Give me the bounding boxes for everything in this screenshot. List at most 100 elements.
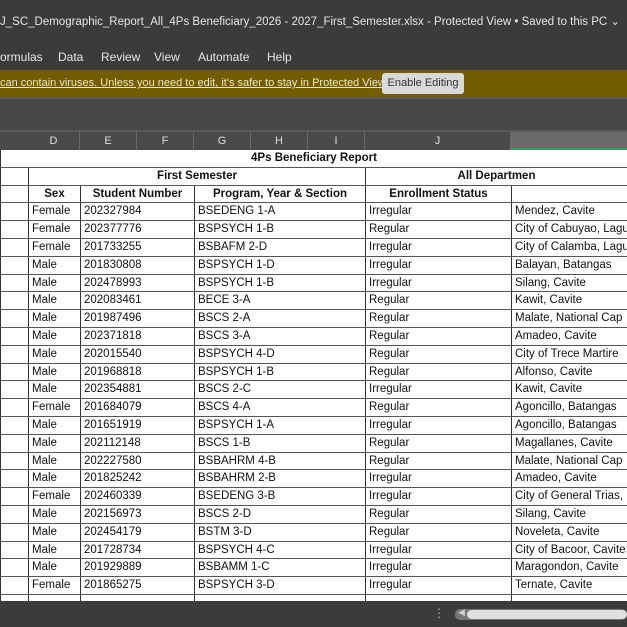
cell[interactable]: BSEDENG 3-B bbox=[194, 488, 365, 505]
column-header[interactable]: D bbox=[28, 132, 80, 150]
cell[interactable]: Alfonso, Cavite bbox=[511, 363, 627, 381]
column-title[interactable] bbox=[511, 185, 627, 203]
cell[interactable]: Female bbox=[28, 221, 80, 238]
cell[interactable]: Magallanes, Cavite bbox=[511, 434, 627, 452]
column-header[interactable] bbox=[511, 132, 627, 150]
cell[interactable]: Kawit, Cavite bbox=[511, 292, 627, 310]
cell[interactable] bbox=[0, 452, 28, 470]
cell[interactable]: Male bbox=[28, 559, 80, 577]
cell[interactable]: Regular bbox=[365, 506, 511, 523]
cell[interactable]: Balayan, Batangas bbox=[511, 256, 627, 274]
cell[interactable]: Malate, National Cap bbox=[511, 452, 627, 470]
cell[interactable]: City of Bacoor, Cavite bbox=[511, 541, 627, 559]
cell[interactable] bbox=[0, 363, 28, 381]
cell[interactable]: Regular bbox=[365, 523, 511, 541]
cell[interactable]: 202354881 bbox=[80, 381, 194, 399]
cell[interactable]: Male bbox=[28, 434, 80, 452]
cell[interactable]: Silang, Cavite bbox=[511, 506, 627, 523]
cell[interactable]: Regular bbox=[365, 221, 511, 238]
cell[interactable]: City of Calamba, Lagu bbox=[511, 239, 627, 256]
cell[interactable] bbox=[0, 256, 28, 274]
cell[interactable]: BSBAMM 1-C bbox=[194, 559, 365, 577]
tab-review[interactable]: Review bbox=[101, 50, 140, 64]
cell[interactable]: BSPSYCH 1-D bbox=[194, 256, 365, 274]
cell[interactable]: Regular bbox=[365, 434, 511, 452]
cell[interactable] bbox=[0, 203, 28, 221]
cell[interactable]: BSBAHRM 2-B bbox=[194, 470, 365, 488]
cell[interactable]: Mendez, Cavite bbox=[511, 203, 627, 221]
cell[interactable]: Irregular bbox=[365, 577, 511, 594]
cell[interactable]: Male bbox=[28, 470, 80, 488]
cell[interactable] bbox=[0, 577, 28, 594]
department-header[interactable]: All Departmen bbox=[365, 167, 627, 185]
cell[interactable]: 201968818 bbox=[80, 363, 194, 381]
cell[interactable] bbox=[0, 399, 28, 416]
cell[interactable]: Irregular bbox=[365, 559, 511, 577]
cell[interactable]: 202156973 bbox=[80, 506, 194, 523]
cell[interactable]: Regular bbox=[365, 399, 511, 416]
cell[interactable] bbox=[0, 381, 28, 399]
more-options-icon[interactable]: ⋮ bbox=[433, 606, 445, 620]
cell[interactable]: Male bbox=[28, 523, 80, 541]
cell[interactable]: Agoncillo, Batangas bbox=[511, 399, 627, 416]
cell[interactable] bbox=[0, 523, 28, 541]
cell[interactable]: Amadeo, Cavite bbox=[511, 328, 627, 345]
cell[interactable]: Regular bbox=[365, 345, 511, 363]
cell[interactable]: 202015540 bbox=[80, 345, 194, 363]
cell[interactable] bbox=[0, 185, 28, 203]
cell[interactable]: Agoncillo, Batangas bbox=[511, 417, 627, 434]
tab-formulas[interactable]: ormulas bbox=[0, 50, 43, 64]
cell[interactable]: Irregular bbox=[365, 470, 511, 488]
cell[interactable]: 201825242 bbox=[80, 470, 194, 488]
cell[interactable]: BSPSYCH 3-D bbox=[194, 577, 365, 594]
cell[interactable]: BSCS 1-B bbox=[194, 434, 365, 452]
cell[interactable]: Male bbox=[28, 506, 80, 523]
cell[interactable]: Irregular bbox=[365, 256, 511, 274]
cell[interactable]: Male bbox=[28, 541, 80, 559]
cell[interactable]: City of Trece Martire bbox=[511, 345, 627, 363]
cell[interactable]: Amadeo, Cavite bbox=[511, 470, 627, 488]
cell[interactable]: Male bbox=[28, 310, 80, 327]
column-header[interactable]: J bbox=[365, 132, 511, 150]
cell[interactable]: 202371818 bbox=[80, 328, 194, 345]
cell[interactable]: Female bbox=[28, 399, 80, 416]
cell[interactable]: Regular bbox=[365, 363, 511, 381]
cell[interactable]: 202327984 bbox=[80, 203, 194, 221]
cell[interactable]: Irregular bbox=[365, 381, 511, 399]
cell[interactable]: 201865275 bbox=[80, 577, 194, 594]
cell[interactable] bbox=[0, 239, 28, 256]
cell[interactable] bbox=[0, 310, 28, 327]
cell[interactable]: BSEDENG 1-A bbox=[194, 203, 365, 221]
cell[interactable] bbox=[0, 417, 28, 434]
column-title[interactable]: Enrollment Status bbox=[365, 185, 511, 203]
semester-header[interactable]: First Semester bbox=[28, 167, 365, 185]
cell[interactable]: BSBAFM 2-D bbox=[194, 239, 365, 256]
cell[interactable]: 201987496 bbox=[80, 310, 194, 327]
cell[interactable]: BSPSYCH 1-B bbox=[194, 221, 365, 238]
column-header[interactable]: I bbox=[308, 132, 365, 150]
cell[interactable]: City of Cabuyao, Lagu bbox=[511, 221, 627, 238]
cell[interactable]: BSCS 3-A bbox=[194, 328, 365, 345]
cell[interactable]: 201733255 bbox=[80, 239, 194, 256]
column-header[interactable]: E bbox=[80, 132, 137, 150]
cell[interactable]: Regular bbox=[365, 310, 511, 327]
cell[interactable] bbox=[0, 221, 28, 238]
cell[interactable]: Irregular bbox=[365, 541, 511, 559]
cell[interactable]: BSCS 2-A bbox=[194, 310, 365, 327]
cell[interactable]: Regular bbox=[365, 292, 511, 310]
cell[interactable]: 202478993 bbox=[80, 274, 194, 292]
cell[interactable]: BSCS 4-A bbox=[194, 399, 365, 416]
cell[interactable]: Female bbox=[28, 488, 80, 505]
cell[interactable]: Male bbox=[28, 345, 80, 363]
cell[interactable]: BSPSYCH 4-D bbox=[194, 345, 365, 363]
cell[interactable]: Female bbox=[28, 203, 80, 221]
cell[interactable]: Irregular bbox=[365, 239, 511, 256]
cell[interactable]: 202083461 bbox=[80, 292, 194, 310]
cell[interactable]: 201684079 bbox=[80, 399, 194, 416]
cell[interactable]: BSCS 2-D bbox=[194, 506, 365, 523]
cell[interactable]: Kawit, Cavite bbox=[511, 381, 627, 399]
cell[interactable]: Female bbox=[28, 239, 80, 256]
tab-automate[interactable]: Automate bbox=[198, 50, 249, 64]
cell[interactable]: Irregular bbox=[365, 417, 511, 434]
cell[interactable]: Regular bbox=[365, 452, 511, 470]
